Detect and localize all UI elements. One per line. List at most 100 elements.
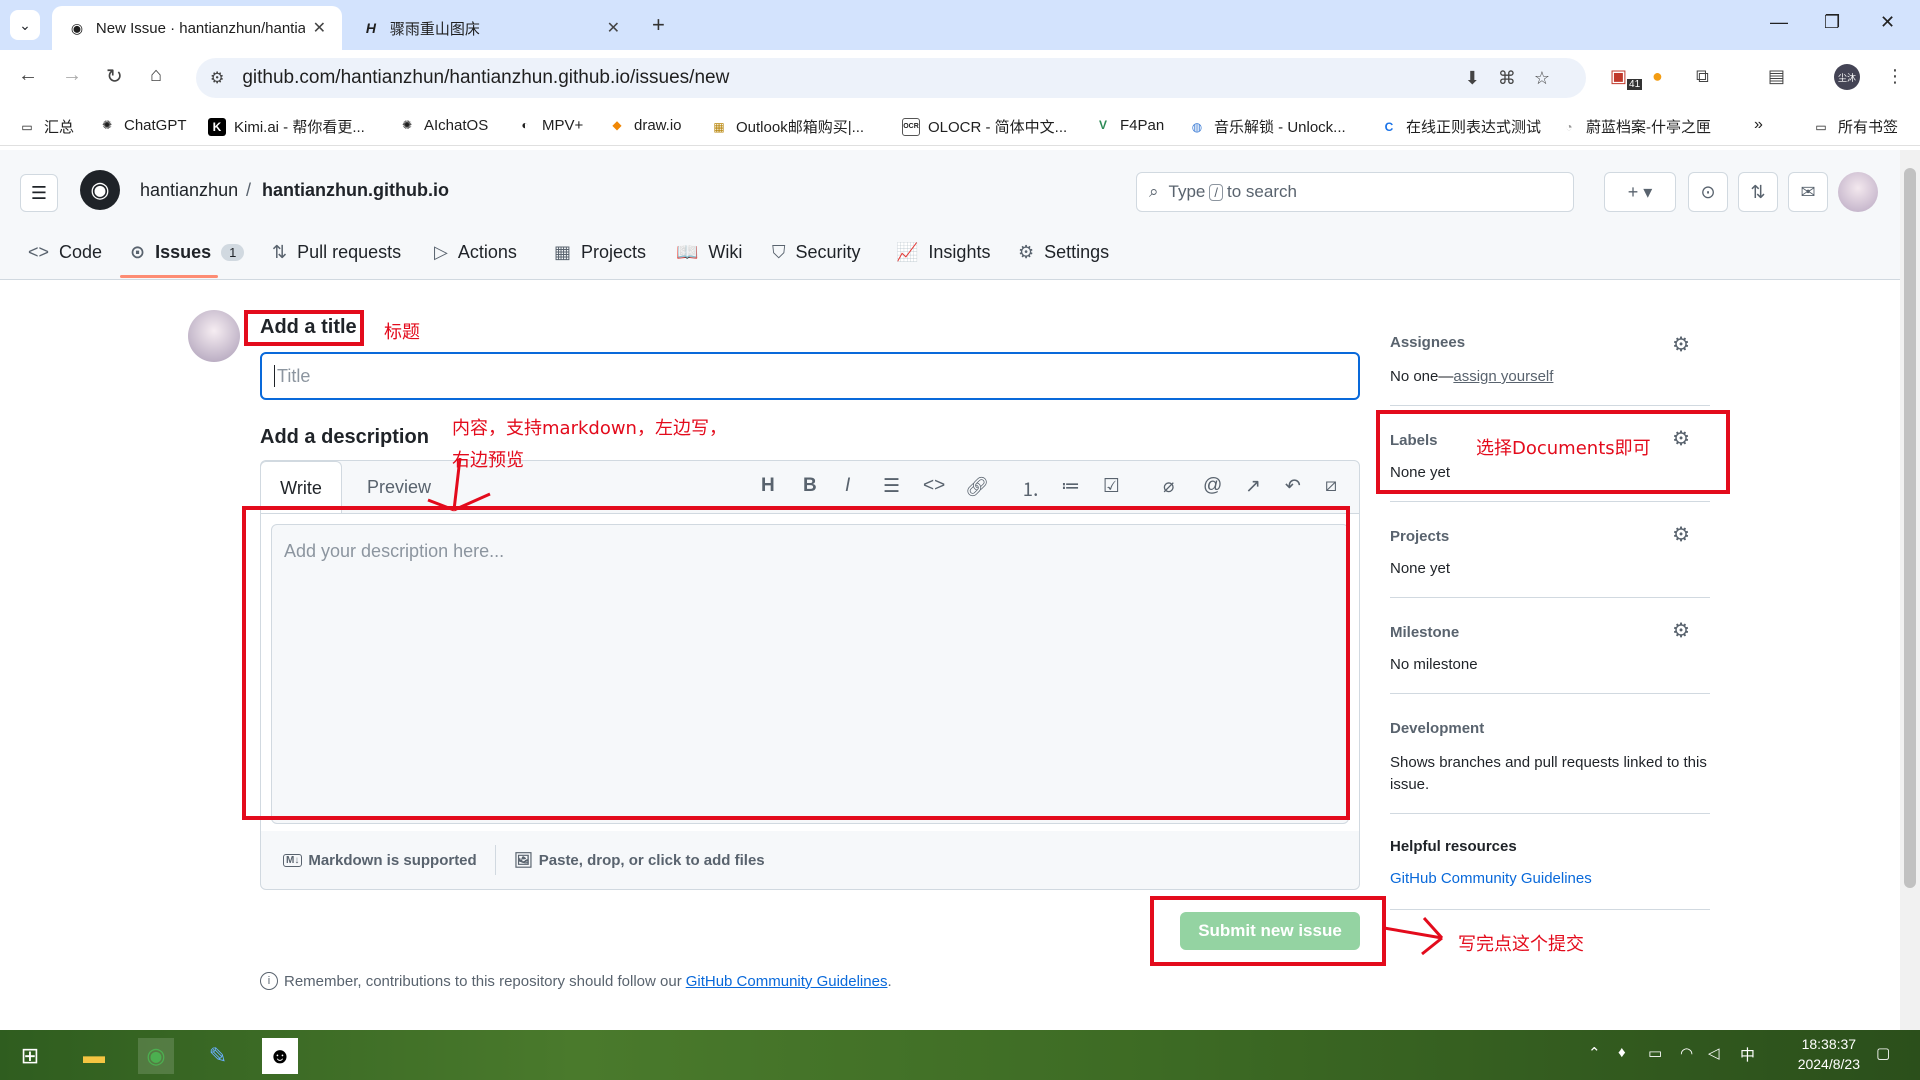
tab-actions[interactable]: ▷ Actions [434,242,517,263]
ocr-icon: OCR [902,117,920,136]
projects-gear-icon[interactable]: ⚙ [1672,522,1690,547]
tab-security[interactable]: ⛉ Security [772,242,861,263]
helpful-guidelines-link[interactable]: GitHub Community Guidelines [1390,870,1592,887]
reload-icon[interactable]: ↻ [106,64,123,89]
bookmark[interactable]: C 在线正则表达式测试 [1380,116,1541,137]
close-icon[interactable]: ✕ [313,18,326,38]
tab-projects[interactable]: ▦ Projects [554,242,646,263]
notification-icon[interactable]: ▢ [1876,1044,1890,1062]
home-icon[interactable]: ⌂ [150,64,162,87]
bookmark[interactable]: ◆ draw.io [608,116,681,134]
extensions-puzzle-icon[interactable]: ⧉ [1696,66,1709,87]
restore-icon[interactable]: ❐ [1824,12,1840,33]
quote-icon[interactable]: ☰ [883,475,900,498]
bold-icon[interactable]: B [803,475,817,497]
title-input[interactable]: Title [260,352,1360,400]
tab-insights[interactable]: 📈 Insights [896,242,990,263]
cross-reference-icon[interactable]: ↗ [1245,475,1261,498]
tray-app-icon[interactable]: ♦ [1618,1044,1626,1061]
community-guidelines-link[interactable]: GitHub Community Guidelines [686,973,888,990]
forward-icon[interactable]: → [62,64,82,87]
milestone-gear-icon[interactable]: ⚙ [1672,618,1690,643]
extension-orange-icon[interactable]: ● [1652,66,1663,87]
annotation-box-submit [1150,896,1386,966]
pull-requests-icon[interactable]: ⇅ [1738,172,1778,212]
qq-icon[interactable]: ☻ [262,1038,298,1074]
tab-search-button[interactable]: ⌄ [10,10,40,40]
bookmark[interactable]: ◐ MPV+ [516,116,583,134]
clock-time: 18:38:37 [1801,1036,1857,1052]
side-panel-icon[interactable]: ▤ [1768,66,1785,87]
battery-icon[interactable]: ▭ [1648,1044,1662,1062]
wifi-icon[interactable]: ◠ [1680,1044,1693,1062]
tab-title: New Issue · hantianzhun/hantianzhun.gith… [95,19,305,37]
close-window-icon[interactable]: ✕ [1880,12,1895,33]
close-icon[interactable]: ✕ [607,18,620,38]
minimize-icon[interactable]: — [1770,12,1788,33]
ime-indicator[interactable]: 中 [1740,1044,1755,1065]
omnibox-actions[interactable]: ⬇⌘☆ [1465,68,1568,89]
tab-pull-requests[interactable]: ⇅ Pull requests [272,242,401,263]
browser-tab-active[interactable]: ◉ New Issue · hantianzhun/hantianzhun.gi… [52,6,342,50]
play-icon: ▷ [434,242,448,262]
bookmark[interactable]: OCR OLOCR - 简体中文... [902,116,1067,137]
bookmark[interactable]: ◔ 蔚蓝档案-什亭之匣 [1560,116,1711,137]
browser-tab[interactable]: H 骤雨重山图床 ✕ [346,6,636,50]
file-explorer-icon[interactable]: ▬ [76,1038,112,1074]
site-info-icon[interactable]: ⚙ [210,68,224,88]
chrome-icon[interactable]: ◉ [138,1038,174,1074]
windows-start-icon[interactable]: ⊞ [12,1038,48,1074]
tab-settings[interactable]: ⚙ Settings [1018,242,1109,263]
profile-avatar[interactable]: 尘沐 [1834,64,1860,90]
issues-icon[interactable]: ⊙ [1688,172,1728,212]
tab-wiki[interactable]: 📖 Wiki [676,242,742,263]
paperclip-icon[interactable]: ⌀ [1163,475,1174,498]
assignees-gear-icon[interactable]: ⚙ [1672,332,1690,357]
breadcrumb-owner[interactable]: hantianzhun [140,180,238,201]
bookmarks-overflow-icon[interactable]: » [1754,116,1763,134]
bookmark[interactable]: V F4Pan [1094,116,1164,134]
tab-code[interactable]: <> Code [28,242,102,263]
link-icon[interactable]: 🔗︎ [965,475,989,499]
menu-kebab-icon[interactable]: ⋮ [1886,66,1904,87]
github-logo-icon[interactable]: ◉ [80,170,120,210]
ordered-list-icon[interactable]: ⒈ [1021,475,1040,502]
page-scrollbar[interactable] [1900,150,1920,1030]
bookmark[interactable]: ◍ 音乐解锁 - Unlock... [1188,116,1346,137]
bookmark[interactable]: ▦ Outlook邮箱购买|... [710,116,864,137]
all-bookmarks[interactable]: ▭ 所有书签 [1812,116,1898,137]
scrollbar-thumb[interactable] [1904,168,1916,888]
attach-files-button[interactable]: 🖼︎ Paste, drop, or click to add files [514,851,765,870]
markdown-supported-link[interactable]: M↓ Markdown is supported [283,852,477,869]
address-bar[interactable]: ⚙ github.com/hantianzhun/hantianzhun.git… [196,58,1586,98]
editor-app-icon[interactable]: ✎ [200,1038,236,1074]
volume-icon[interactable]: ◁ [1708,1044,1720,1062]
italic-icon[interactable]: I [845,475,850,497]
bookmark[interactable]: ✺ ChatGPT [98,116,187,134]
heading-icon[interactable]: H [761,475,775,497]
mention-icon[interactable]: @ [1203,475,1222,497]
taskbar-clock[interactable]: 18:38:37 2024/8/23 [1798,1034,1860,1074]
fullscreen-icon[interactable]: ⧄ [1325,475,1337,497]
breadcrumb-repo[interactable]: hantianzhun.github.io [262,180,449,201]
bookmark-folder[interactable]: ▭ 汇总 [18,116,74,137]
search-input[interactable]: ⌕ Type / to search [1136,172,1574,212]
browser-toolbar: ← → ↻ ⌂ ⚙ github.com/hantianzhun/hantian… [0,50,1920,106]
tab-issues[interactable]: ⊙ Issues 1 [130,242,245,263]
back-icon[interactable]: ← [18,64,38,87]
tray-expand-icon[interactable]: ⌃ [1588,1044,1601,1062]
unordered-list-icon[interactable]: ≔ [1061,475,1080,498]
inbox-icon[interactable]: ✉ [1788,172,1828,212]
create-new-button[interactable]: + ▾ [1604,172,1676,212]
task-list-icon[interactable]: ☑ [1103,475,1120,498]
hamburger-menu-icon[interactable]: ☰ [20,174,58,212]
assign-yourself-link[interactable]: assign yourself [1453,368,1553,385]
bookmark[interactable]: K Kimi.ai - 帮你看更... [208,116,365,137]
new-tab-button[interactable]: + [652,12,665,38]
code-icon[interactable]: <> [923,475,945,497]
url-text: github.com/hantianzhun/hantianzhun.githu… [242,67,730,88]
user-avatar[interactable] [1838,172,1878,212]
bookmark[interactable]: ✺ AIchatOS [398,116,488,134]
reply-icon[interactable]: ↶ [1285,475,1301,498]
extension-icon[interactable]: ▣ 41 [1610,66,1643,90]
